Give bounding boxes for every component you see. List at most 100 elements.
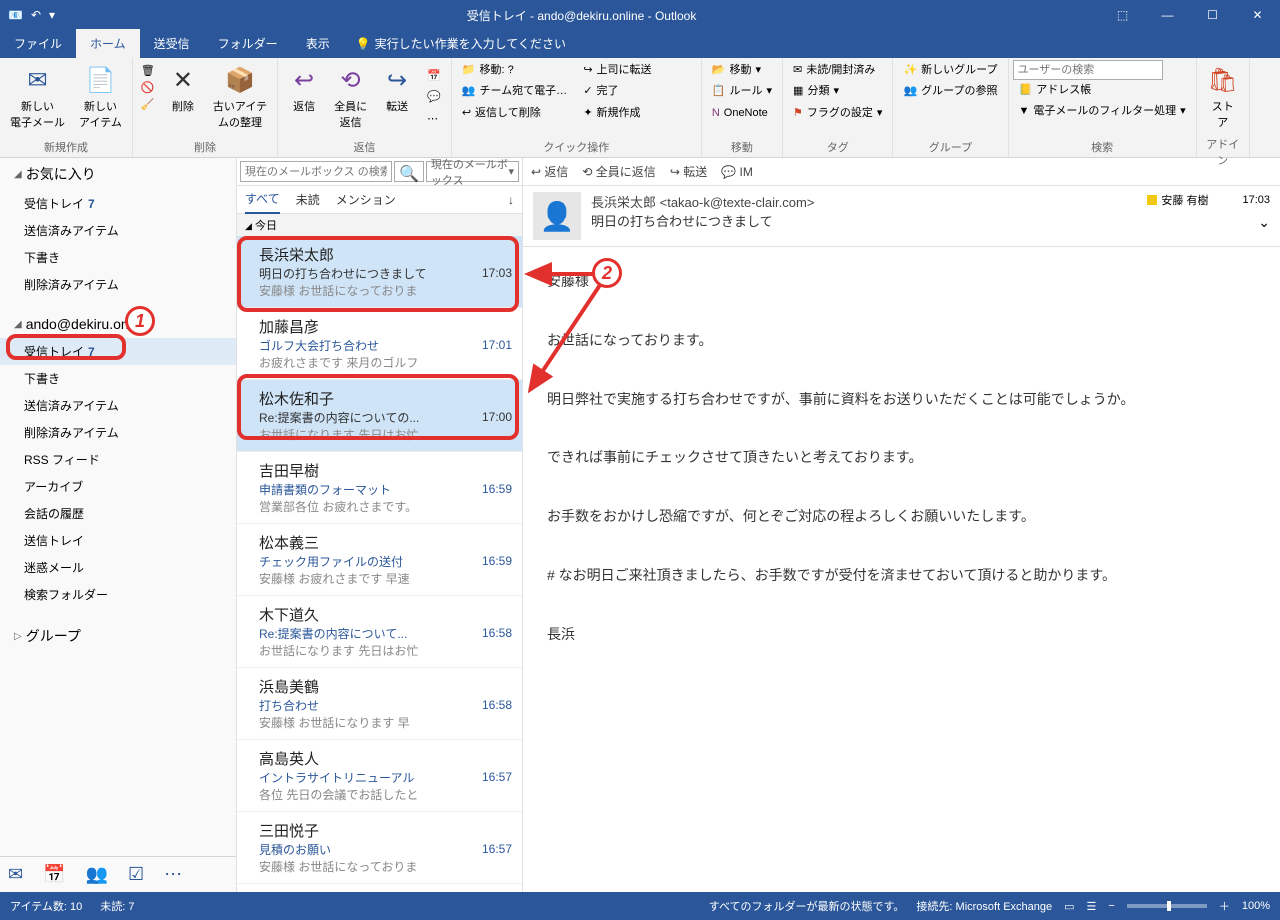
mail-item[interactable]: 高島英人 イントラサイトリニューアル 各位 先日の会議でお話したと 16:57 [237,740,522,812]
calendar-module-icon[interactable]: 📅 [43,864,65,885]
tab-file[interactable]: ファイル [0,29,76,58]
category-button[interactable]: ▦分類 ▾ [787,81,888,102]
folder-item[interactable]: 下書き [0,365,236,392]
folder-item[interactable]: アーカイブ [0,473,236,500]
reply-action[interactable]: ↩ 返信 [531,163,568,180]
folder-item[interactable]: RSS フィード [0,446,236,473]
tab-view[interactable]: 表示 [292,29,344,58]
forward-button[interactable]: ↪転送 [375,60,419,118]
rules-button[interactable]: 📋ルール ▾ [706,81,778,102]
tell-me[interactable]: 💡実行したい作業を入力してください [344,29,578,58]
tab-sendrecv[interactable]: 送受信 [140,29,204,58]
junk-icon[interactable]: 🚫 [141,81,155,94]
reply-all-button[interactable]: ⟲全員に 返信 [328,60,373,134]
qs-replydel[interactable]: ↩返信して削除 [456,103,576,124]
tab-mention[interactable]: メンション [336,186,396,213]
account-header[interactable]: ◢ando@dekiru.online [0,310,236,338]
unread-button[interactable]: ✉未読/開封済み [787,60,888,81]
qat-dropdown[interactable]: ▾ [49,8,55,22]
cleanup-icon[interactable]: 🧹 [141,98,155,111]
search-input[interactable] [240,161,392,182]
status-unread: 未読: 7 [100,898,134,914]
more-reply[interactable]: ⋯ [421,109,447,130]
people-search[interactable] [1013,60,1163,80]
sort-arrow[interactable]: ↓ [508,193,514,207]
reply-button[interactable]: ↩返信 [282,60,326,118]
zoom-out[interactable]: − [1108,900,1114,912]
folder-item[interactable]: 迷惑メール [0,554,236,581]
mail-item[interactable]: 松本義三 チェック用ファイルの送付 安藤様 お疲れさまです 早速 16:59 [237,524,522,596]
category-badge[interactable]: 安藤 有樹17:03 [1147,192,1270,208]
view-reading-icon[interactable]: ☰ [1087,900,1097,913]
flag-button[interactable]: ⚑フラグの設定 ▾ [787,103,888,124]
favorites-header[interactable]: ◢お気に入り [0,158,236,190]
tab-home[interactable]: ホーム [76,29,140,58]
mail-subject: 打ち合わせ [259,697,512,714]
mail-item[interactable]: 三田悦子 見積のお願い 安藤様 お世話になっておりま 16:57 [237,812,522,884]
folder-item[interactable]: 削除済みアイテム [0,419,236,446]
search-icon[interactable]: 🔍 [394,161,424,182]
reply-all-action[interactable]: ⟲ 全員に返信 [582,163,655,180]
zoom-in[interactable]: ＋ [1219,898,1230,914]
mail-item[interactable]: 中島亮二 打ち上げ 16:57 [237,884,522,892]
folder-item[interactable]: 検索フォルダー [0,581,236,608]
im-action[interactable]: 💬 IM [721,165,753,179]
more-modules[interactable]: ⋯ [164,864,182,885]
tab-unread[interactable]: 未読 [296,186,320,213]
folder-item[interactable]: 送信トレイ [0,527,236,554]
addressbook-button[interactable]: 📒アドレス帳 [1013,80,1192,101]
folder-item[interactable]: 送信済みアイテム [0,217,236,244]
folder-item[interactable]: 下書き [0,244,236,271]
onenote-button[interactable]: NOneNote [706,103,778,124]
date-group[interactable]: ◢ 今日 [237,214,522,236]
filter-button[interactable]: ▼電子メールのフィルター処理 ▾ [1013,101,1192,122]
close-button[interactable]: ✕ [1235,0,1280,30]
folder-item[interactable]: 削除済みアイテム [0,271,236,298]
browse-groups-button[interactable]: 👥グループの参照 [897,81,1003,102]
mail-item[interactable]: 松木佐和子 Re:提案書の内容についての... お世話になります 先日はお忙 1… [237,380,522,452]
forward-action[interactable]: ↪ 転送 [670,163,707,180]
qs-team[interactable]: 👥チーム宛て電子… [456,81,576,102]
move-button[interactable]: 📂移動 ▾ [706,60,778,81]
mail-item[interactable]: 吉田早樹 申請書類のフォーマット 営業部各位 お疲れさまです。 16:59 [237,452,522,524]
minimize-button[interactable]: — [1145,0,1190,30]
mail-item[interactable]: 浜島美鶴 打ち合わせ 安藤様 お世話になります 早 16:58 [237,668,522,740]
undo-icon[interactable]: ↶ [31,8,41,22]
groups-header[interactable]: ▷グループ [0,620,236,652]
mail-item[interactable]: 長浜栄太郎 明日の打ち合わせにつきまして 安藤様 お世話になっておりま 17:0… [237,236,522,308]
im-button[interactable]: 💬 [421,87,447,108]
tab-all[interactable]: すべて [245,185,280,214]
folder-item[interactable]: 受信トレイ7 [0,338,236,365]
tasks-module-icon[interactable]: ☑ [128,864,144,885]
addressbook-icon: 📒 [1019,83,1033,98]
store-button[interactable]: 🛍スト ア [1201,60,1245,134]
qs-done[interactable]: ✓完了 [577,81,697,102]
new-group-button[interactable]: ✨新しいグループ [897,60,1003,81]
qs-new[interactable]: ✦新規作成 [577,103,697,124]
mail-item[interactable]: 木下道久 Re:提案書の内容について... お世話になります 先日はお忙 16:… [237,596,522,668]
delete-button[interactable]: ✕削除 [161,60,205,118]
search-scope[interactable]: 現在のメールボックス ▾ [426,161,519,182]
meeting-button[interactable]: 📅 [421,66,447,87]
zoom-level[interactable]: 100% [1242,900,1270,912]
zoom-slider[interactable] [1127,904,1207,908]
qs-move[interactable]: 📁移動: ? [456,60,576,81]
folder-item[interactable]: 会話の履歴 [0,500,236,527]
new-items-button[interactable]: 📄新しい アイテム [73,60,128,134]
view-normal-icon[interactable]: ▭ [1064,900,1074,913]
mail-module-icon[interactable]: ✉ [8,864,23,885]
folder-item[interactable]: 送信済みアイテム [0,392,236,419]
people-module-icon[interactable]: 👥 [86,864,108,885]
group-new: 新規作成 [4,137,128,157]
archive-button[interactable]: 📦古いアイテ ムの整理 [207,60,273,134]
ribbon-options[interactable]: ⬚ [1100,0,1145,30]
maximize-button[interactable]: ☐ [1190,0,1235,30]
folder-item[interactable]: 受信トレイ7 [0,190,236,217]
mail-item[interactable]: 加藤昌彦 ゴルフ大会打ち合わせ お疲れさまです 来月のゴルフ 17:01 [237,308,522,380]
new-mail-button[interactable]: ✉新しい 電子メール [4,60,71,134]
ignore-icon[interactable]: 🗑 [141,64,155,77]
qs-boss[interactable]: ↪上司に転送 [577,60,697,81]
rules-icon: 📋 [712,84,726,99]
expand-header[interactable]: ⌄ [1147,214,1270,231]
tab-folder[interactable]: フォルダー [204,29,292,58]
